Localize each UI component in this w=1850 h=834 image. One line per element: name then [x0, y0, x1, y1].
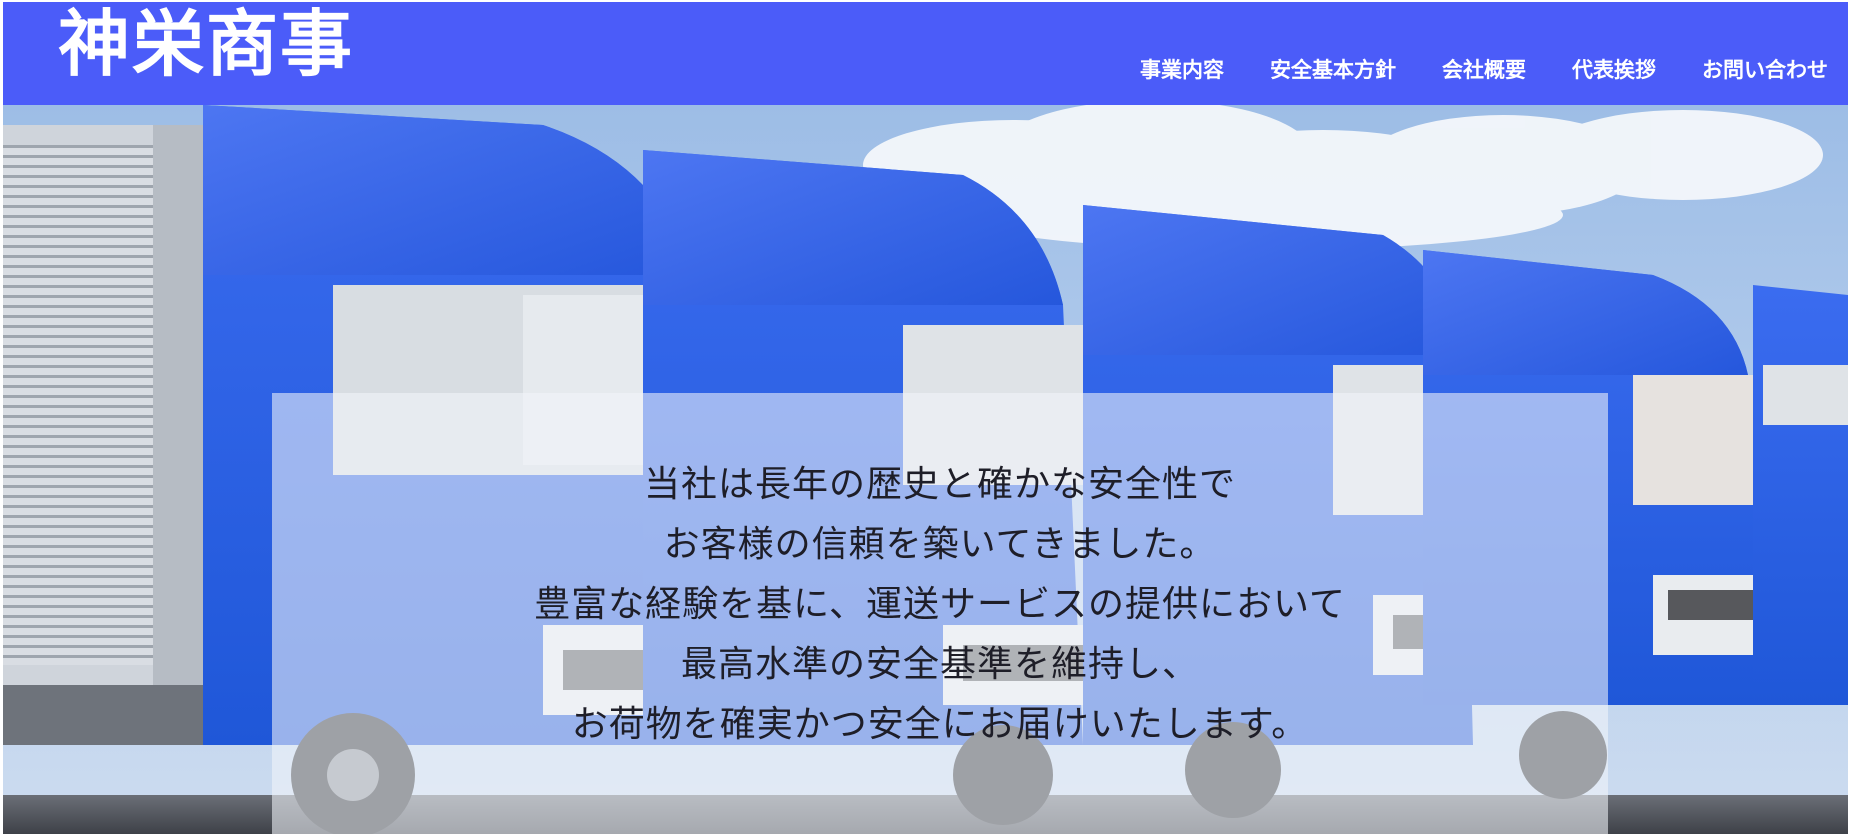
nav-item-ceo-greeting[interactable]: 代表挨拶	[1572, 52, 1656, 88]
hero-message-line-1: 当社は長年の歴史と確かな安全性で	[643, 464, 1236, 505]
truck-5	[1753, 285, 1848, 705]
nav-item-company-profile[interactable]: 会社概要	[1442, 52, 1526, 88]
hero-message-box: 当社は長年の歴史と確かな安全性で お客様の信頼を築いてきました。 豊富な経験を基…	[272, 393, 1608, 834]
hero-message-line-4: 最高水準の安全基準を維持し、	[680, 644, 1199, 685]
nav-list: 事業内容 安全基本方針 会社概要 代表挨拶 お問い合わせ	[1140, 52, 1828, 88]
nav-item-safety-policy[interactable]: 安全基本方針	[1270, 52, 1396, 88]
hero-message-line-5: お荷物を確実かつ安全にお届けいたします。	[571, 704, 1309, 745]
hero-message-line-3: 豊富な経験を基に、運送サービスの提供において	[534, 584, 1346, 625]
hero-section: 当社は長年の歴史と確かな安全性で お客様の信頼を築いてきました。 豊富な経験を基…	[3, 105, 1848, 834]
site-logo[interactable]: 神栄商事	[58, 4, 354, 84]
hero-message-line-2: お客様の信頼を築いてきました。	[663, 524, 1217, 565]
nav-item-business[interactable]: 事業内容	[1140, 52, 1224, 88]
page: 神栄商事 事業内容 安全基本方針 会社概要 代表挨拶 お問い合わせ 当社は長年の…	[0, 0, 1850, 834]
nav-item-contact[interactable]: お問い合わせ	[1702, 52, 1828, 88]
site-header: 神栄商事 事業内容 安全基本方針 会社概要 代表挨拶 お問い合わせ	[3, 2, 1848, 105]
